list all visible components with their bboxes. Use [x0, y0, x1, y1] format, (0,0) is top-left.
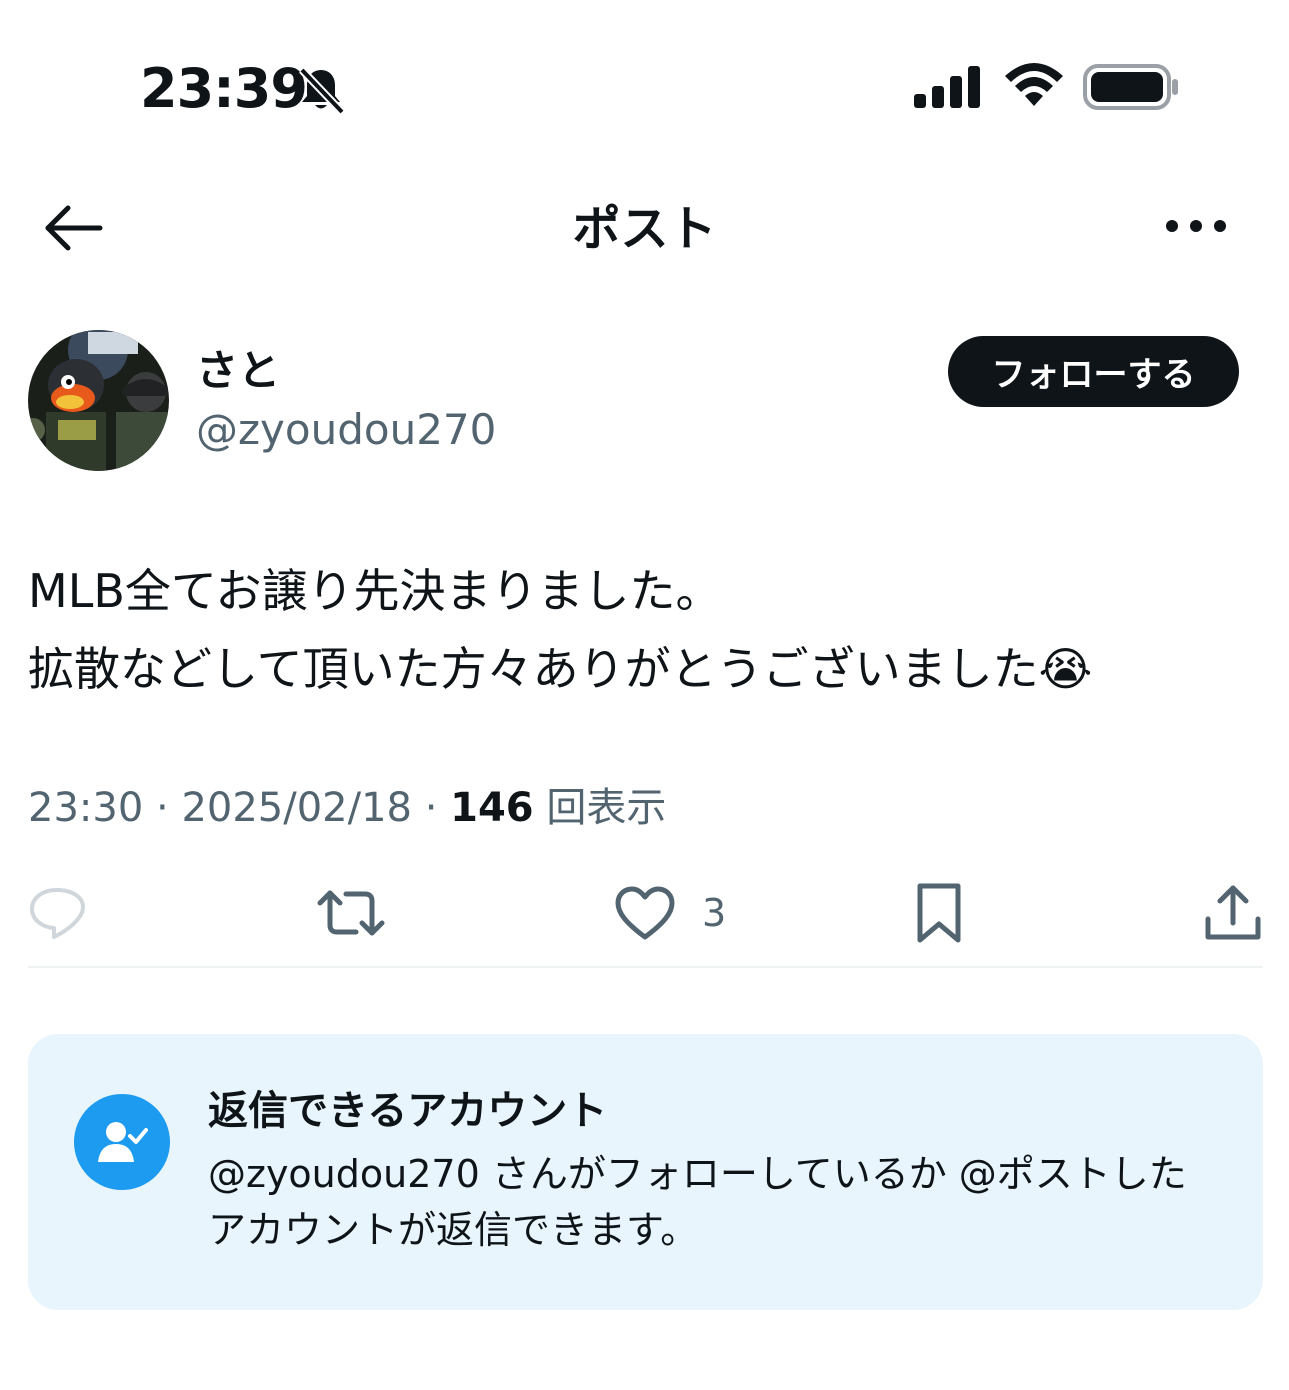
- avatar[interactable]: [28, 330, 169, 471]
- post-text: MLB全てお譲り先決まりました。 拡散などして頂いた方々ありがとうございました😭: [28, 552, 1268, 708]
- battery-icon: [1083, 64, 1178, 110]
- status-time: 23:39: [140, 57, 308, 120]
- repost-button[interactable]: [316, 878, 386, 948]
- post-text-content: 拡散などして頂いた方々ありがとうございました: [28, 642, 1039, 696]
- meta-separator: ·: [156, 785, 169, 831]
- author-handle[interactable]: @zyoudou270: [196, 404, 496, 456]
- status-bar: 23:39: [0, 0, 1289, 150]
- more-horizontal-icon[interactable]: [1160, 214, 1232, 238]
- reply-info-description: @zyoudou270 さんがフォローしているか @ポストしたアカウントが返信で…: [208, 1152, 1187, 1252]
- like-count: 3: [702, 891, 727, 935]
- views-count[interactable]: 146: [450, 785, 534, 831]
- bookmark-icon: [917, 883, 961, 943]
- wifi-icon: [1005, 63, 1063, 106]
- nav-bar: ポスト: [0, 180, 1289, 276]
- reply-info-card: 返信できるアカウント @zyoudou270 さんがフォローしているか @ポスト…: [28, 1034, 1263, 1310]
- meta-separator: ·: [424, 785, 438, 831]
- bell-slash-icon: [299, 67, 345, 114]
- author-display-name[interactable]: さと: [196, 345, 280, 397]
- user-check-icon: [74, 1094, 170, 1190]
- loudly-crying-emoji: 😭: [1038, 642, 1093, 696]
- post-text-line: MLB全てお譲り先決まりました。: [28, 564, 722, 618]
- repost-icon: [317, 890, 385, 936]
- post-time[interactable]: 23:30: [28, 785, 143, 831]
- heart-icon: [615, 886, 675, 940]
- post-date[interactable]: 2025/02/18: [181, 785, 412, 831]
- bookmark-button[interactable]: [912, 878, 966, 948]
- cellular-signal-icon: [914, 66, 980, 108]
- page-title: ポスト: [572, 201, 717, 257]
- share-icon: [1205, 885, 1261, 940]
- follow-button[interactable]: フォローする: [948, 336, 1239, 407]
- post-meta: 23:30 · 2025/02/18 · 146 回表示: [28, 780, 666, 836]
- like-button[interactable]: 3: [614, 878, 726, 948]
- views-label[interactable]: 回表示: [546, 785, 666, 831]
- action-bar: 3: [0, 878, 1289, 948]
- divider: [28, 966, 1263, 968]
- reply-icon: [30, 888, 85, 939]
- reply-button[interactable]: [28, 878, 86, 948]
- reply-info-title: 返信できるアカウント: [208, 1088, 608, 1134]
- share-button[interactable]: [1204, 878, 1262, 948]
- post-text-line: 拡散などして頂いた方々ありがとうございました😭: [28, 630, 1268, 708]
- avatar-image: [28, 330, 169, 471]
